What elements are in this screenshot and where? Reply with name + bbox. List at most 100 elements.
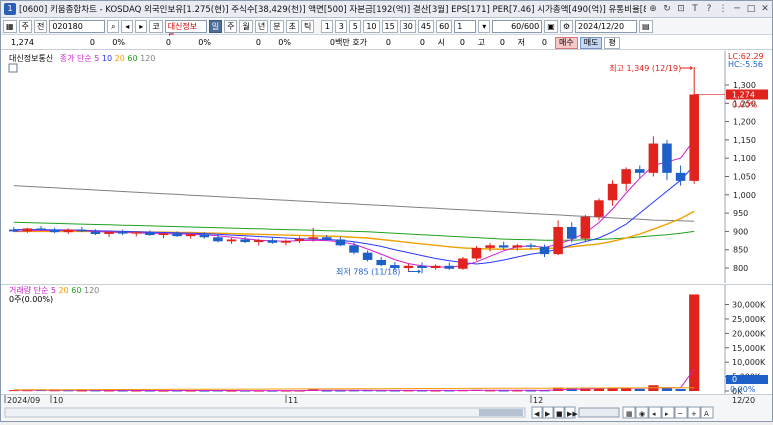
avg-button[interactable]: 평 — [604, 36, 620, 49]
min-30[interactable]: 30 — [399, 20, 416, 33]
candle-body — [9, 229, 19, 232]
candle-body — [36, 228, 46, 230]
volume-value: 0주(0.00%) — [9, 295, 54, 304]
search-icon[interactable]: ⌕ — [107, 20, 120, 33]
window-link-icon[interactable]: ⊡ — [674, 2, 688, 16]
market-badge: 코 — [149, 20, 163, 33]
scroll-button-glyph: ▶▶ — [567, 410, 578, 418]
candle-body — [294, 238, 305, 241]
price-chart-panel[interactable]: 1,300 1,250 1,200 1,150 1,100 1,050 1,000 950 90… — [1, 51, 772, 283]
text-size-icon[interactable]: T — [688, 2, 702, 16]
more-icon[interactable]: ⋮ — [716, 2, 730, 16]
volume-chart: 30,000K25,000K20,000K15,000K10,000K5,000… — [1, 285, 772, 396]
info-bar: 1,274 0 0% 0 0% 0 0% 0백만 호가 0 0 시 0 고 0 … — [1, 36, 772, 50]
chart-window: 1 [0600] 키움종합차트 - KOSDAQ 외국인보유[1.275(현)]… — [0, 0, 773, 422]
candle-body — [403, 265, 414, 269]
candle — [458, 257, 468, 270]
min-10[interactable]: 10 — [363, 20, 380, 33]
ma-5-label: 5 — [94, 54, 100, 63]
settings-icon[interactable]: ⚙ — [559, 20, 573, 33]
stock-code-input[interactable]: 020180 — [49, 20, 106, 33]
high-label: 고 — [477, 38, 485, 47]
tf-second[interactable]: 초 — [285, 20, 299, 33]
sell-button[interactable]: 매도 — [579, 36, 603, 49]
current-pct-label: 0.00% — [732, 100, 758, 109]
info-val-2: 0% — [112, 38, 125, 47]
price-tick-label: 1,050 — [733, 172, 756, 181]
candle-body — [349, 245, 359, 253]
candle-body — [49, 229, 60, 233]
min-3[interactable]: 3 — [335, 20, 348, 33]
period-option[interactable]: 전 — [33, 20, 48, 33]
open-label: 시 — [437, 38, 445, 47]
date-axis: 2024/09 10 11 12 12/20 ◀ ▶ ■ ▶▶ ▦ ◉ ◂ ▸ ─ + A — [4, 395, 755, 419]
vol-ma-20: 20 — [58, 286, 69, 295]
open-val: 0 — [459, 38, 465, 47]
price-legend: 대신정보통신 종가 단순 5 10 20 60 120 — [9, 53, 155, 64]
tf-minute[interactable]: 분 — [270, 20, 284, 33]
min-15[interactable]: 15 — [381, 20, 398, 33]
horizontal-scrollbar[interactable] — [4, 407, 526, 418]
count-dropdown-icon[interactable]: ▾ — [478, 20, 491, 33]
candle-body — [553, 227, 563, 255]
right-date-label: 12/20 — [732, 396, 755, 405]
min-60[interactable]: 60 — [436, 20, 453, 33]
range-input[interactable]: 60/600 — [492, 20, 543, 33]
tf-week[interactable]: 주 — [224, 20, 238, 33]
current-price: 1,274 — [11, 38, 34, 47]
date-input[interactable]: 2024/12/20 — [574, 20, 637, 33]
count-input[interactable]: 1 — [454, 20, 477, 33]
ma-60-label: 60 — [127, 54, 138, 63]
candle — [580, 214, 591, 242]
candle-body — [322, 237, 332, 240]
ma-20-label: 20 — [114, 54, 125, 63]
candle-body — [226, 239, 237, 242]
candle-body — [240, 239, 250, 243]
vol-pct-label: 0.00% — [730, 385, 756, 394]
ma-label: 종가 단순 — [59, 54, 92, 63]
candle-body — [566, 227, 577, 239]
hc-label: HC:-5.56 — [728, 60, 763, 69]
scroll-button-glyph: ■ — [556, 410, 563, 418]
buy-button[interactable]: 매수 — [555, 36, 578, 49]
tf-year[interactable]: 년 — [254, 20, 269, 33]
tf-tick[interactable]: 틱 — [300, 20, 315, 33]
zoom-button-glyph: ◉ — [639, 410, 645, 418]
maximize-icon[interactable]: □ — [744, 2, 758, 16]
close-icon[interactable]: ✕ — [758, 2, 772, 16]
add-icon[interactable]: ⊕ — [646, 2, 660, 16]
volume-chart-panel[interactable]: 30,000K25,000K20,000K15,000K10,000K5,000… — [1, 284, 772, 396]
price-chart: 1,3001,2501,2001,1501,1001,0501,00095090… — [1, 51, 772, 283]
prev-stock-button[interactable]: ◂ — [121, 20, 134, 33]
stock-name-field[interactable]: 대신정보통 — [164, 20, 207, 42]
calendar-icon[interactable]: ▤ — [638, 20, 653, 33]
candle-body — [63, 229, 73, 233]
volume-bg — [1, 285, 772, 395]
help-icon[interactable]: ? — [702, 2, 716, 16]
candle-body — [607, 183, 618, 201]
scroll-track[interactable] — [578, 407, 620, 418]
period-select[interactable]: 주 — [18, 20, 32, 33]
info-val-5: 0 — [255, 38, 261, 47]
min-45[interactable]: 45 — [417, 20, 435, 33]
scrollbar-thumb[interactable] — [479, 409, 523, 416]
min-1[interactable]: 1 — [321, 20, 334, 33]
candle-body — [430, 265, 441, 269]
vol-ma-60: 60 — [71, 286, 82, 295]
tf-month[interactable]: 월 — [239, 20, 253, 33]
date-label: 11 — [288, 396, 298, 405]
price-tick-label: 1,100 — [733, 154, 756, 163]
info-val-4: 0% — [198, 38, 211, 47]
refresh-icon[interactable]: ↻ — [660, 2, 674, 16]
price-tick-label: 1,150 — [733, 136, 756, 145]
chart-grid-icon[interactable]: ▦ — [3, 20, 17, 33]
min-5[interactable]: 5 — [349, 20, 362, 33]
minimize-icon[interactable]: ─ — [730, 2, 744, 16]
save-icon[interactable]: ▣ — [544, 20, 558, 33]
tf-day[interactable]: 일 — [208, 20, 223, 33]
scroll-button-glyph: ◀ — [534, 410, 540, 418]
candle-body — [158, 233, 169, 236]
candle-body — [662, 143, 672, 173]
window-title: [0600] 키움종합차트 - KOSDAQ 외국인보유[1.275(현)] 주… — [19, 5, 646, 15]
next-stock-button[interactable]: ▸ — [135, 20, 148, 33]
